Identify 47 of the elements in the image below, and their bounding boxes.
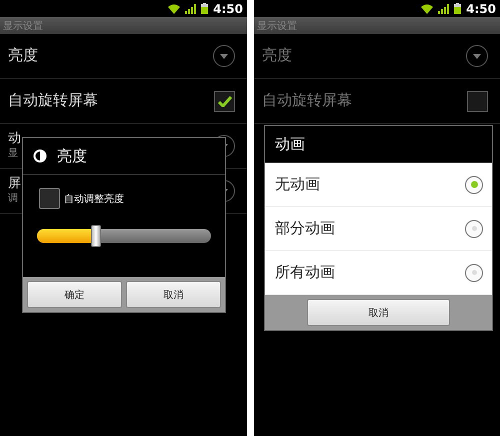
radio-button[interactable] (465, 220, 483, 238)
battery-icon (201, 3, 208, 14)
list-option[interactable]: 部分动画 (265, 207, 492, 251)
signal-icon (185, 4, 196, 14)
checkbox[interactable] (214, 90, 235, 112)
setting-title: 动 (8, 132, 21, 146)
option-label: 无动画 (275, 175, 320, 194)
screen-title: 显示设置 (3, 20, 43, 32)
setting-title: 屏 (8, 176, 21, 192)
caret-icon (220, 54, 228, 58)
list-option[interactable]: 无动画 (265, 163, 492, 207)
screen-title: 显示设置 (257, 20, 297, 32)
setting-title: 自动旋转屏幕 (8, 92, 98, 110)
list-option[interactable]: 所有动画 (265, 251, 492, 295)
dialog-button[interactable]: 确定 (27, 281, 122, 308)
slider-thumb[interactable] (91, 225, 102, 247)
wifi-icon (168, 4, 180, 14)
settings-row[interactable]: 亮度 (254, 34, 500, 79)
wifi-icon (421, 4, 434, 14)
setting-title: 亮度 (262, 47, 292, 65)
setting-summary: 调 (8, 192, 19, 206)
settings-row[interactable]: 自动旋转屏幕 (0, 79, 247, 124)
check-icon (218, 96, 232, 106)
dialog-button[interactable]: 取消 (126, 281, 221, 308)
brightness-icon (33, 149, 47, 163)
dropdown-button[interactable] (213, 45, 235, 67)
option-label: 所有动画 (275, 263, 335, 282)
checkbox[interactable] (39, 188, 60, 209)
setting-summary: 显 (8, 147, 19, 160)
settings-row[interactable]: 亮度 (0, 34, 247, 79)
cancel-button[interactable]: 取消 (307, 299, 450, 326)
dialog-title: 亮度 (57, 146, 87, 166)
checkbox-label: 自动调整亮度 (64, 192, 124, 206)
caret-icon (473, 54, 481, 58)
signal-icon (438, 4, 450, 14)
radio-button[interactable] (465, 264, 483, 282)
status-time: 4:50 (466, 2, 496, 16)
setting-title: 亮度 (8, 47, 38, 65)
radio-button[interactable] (465, 176, 483, 194)
setting-title: 自动旋转屏幕 (262, 92, 352, 110)
checkbox[interactable] (467, 90, 488, 112)
dropdown-button[interactable] (466, 45, 488, 67)
option-label: 部分动画 (275, 219, 335, 238)
settings-row[interactable]: 自动旋转屏幕 (254, 79, 500, 124)
battery-icon (454, 3, 462, 14)
dialog-title: 动画 (275, 134, 305, 154)
status-time: 4:50 (213, 2, 243, 16)
